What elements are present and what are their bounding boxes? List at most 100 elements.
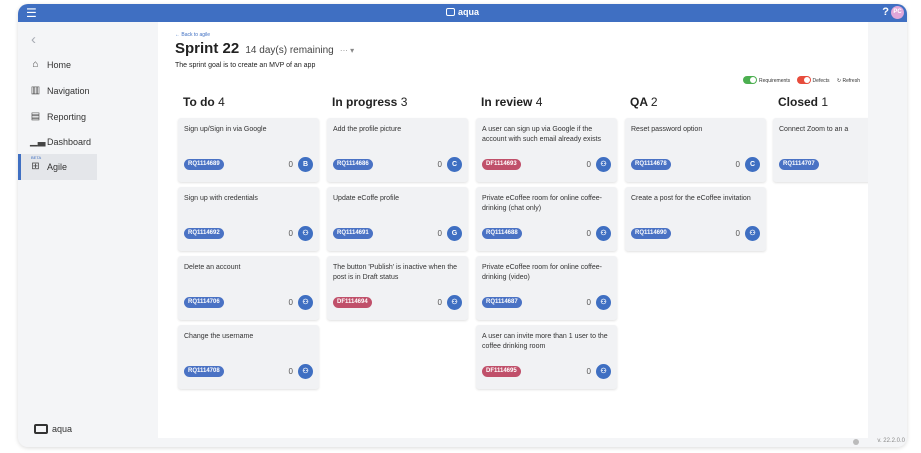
version-label: v. 22.2.0.0 — [877, 438, 905, 444]
assignee-avatar[interactable]: G — [447, 226, 462, 241]
task-card[interactable]: Delete an account RQ1114706 0 ⚇ — [178, 256, 319, 320]
app-window: ☰ aqua ? PC ‹ ⌂ Home ▥ Navigation ▤ Repo… — [18, 4, 907, 447]
sidebar-item-label: Reporting — [47, 112, 87, 122]
requirement-id-badge[interactable]: RQ1114687 — [482, 297, 522, 308]
assign-user-icon[interactable]: ⚇ — [596, 364, 611, 379]
sidebar-item-dashboard[interactable]: ▁▃ Dashboard — [18, 129, 158, 155]
sidebar-item-label: Dashboard — [47, 137, 92, 147]
defects-toggle[interactable]: Defects — [796, 76, 830, 84]
comment-count: 0 — [437, 160, 442, 169]
column-header: To do 4 — [183, 95, 225, 109]
requirements-toggle[interactable]: Requirements — [743, 76, 790, 84]
requirement-id-badge[interactable]: RQ1114707 — [779, 159, 819, 170]
assignee-avatar[interactable]: B — [298, 157, 313, 172]
assignee-avatar[interactable]: C — [447, 157, 462, 172]
document-icon: ▤ — [30, 111, 41, 122]
requirement-id-badge[interactable]: RQ1114689 — [184, 159, 224, 170]
task-card[interactable]: Reset password option RQ1114678 0 C — [625, 118, 766, 182]
requirement-id-badge[interactable]: RQ1114691 — [333, 228, 373, 239]
toggle-switch[interactable] — [796, 76, 811, 84]
sidebar-item-reporting[interactable]: ▤ Reporting — [18, 104, 158, 130]
comment-count: 0 — [586, 367, 591, 376]
card-title: Change the username — [184, 333, 254, 340]
requirements-label: Requirements — [759, 78, 791, 84]
defect-id-badge[interactable]: DF1114695 — [482, 366, 521, 377]
column-count: 4 — [535, 95, 543, 109]
home-icon: ⌂ — [32, 59, 39, 70]
user-avatar[interactable]: PC — [891, 6, 904, 19]
task-card[interactable]: The button 'Publish' is inactive when th… — [327, 256, 468, 320]
task-card[interactable]: Sign up with credentials RQ1114692 0 ⚇ — [178, 187, 319, 251]
aqua-logo-icon — [34, 424, 48, 434]
card-title: Delete an account — [184, 264, 241, 271]
defect-id-badge[interactable]: DF1114693 — [482, 159, 521, 170]
sidebar-item-navigation[interactable]: ▥ Navigation — [18, 78, 158, 104]
requirement-id-badge[interactable]: RQ1114678 — [631, 159, 671, 170]
assign-user-icon[interactable]: ⚇ — [596, 295, 611, 310]
defects-label: Defects — [812, 78, 830, 84]
more-options-button[interactable]: ··· ▾ — [340, 46, 354, 55]
requirement-id-badge[interactable]: RQ1114692 — [184, 228, 224, 239]
requirement-id-badge[interactable]: RQ1114690 — [631, 228, 671, 239]
defect-id-badge[interactable]: DF1114694 — [333, 297, 372, 308]
assign-user-icon[interactable]: ⚇ — [596, 226, 611, 241]
refresh-icon: ↻ — [836, 78, 842, 84]
assign-user-icon[interactable]: ⚇ — [596, 157, 611, 172]
task-card[interactable]: A user can invite more than 1 user to th… — [476, 325, 617, 389]
comment-count: 0 — [437, 229, 442, 238]
comment-count: 0 — [288, 298, 293, 307]
column-count: 1 — [821, 95, 829, 109]
column-count: 3 — [400, 95, 408, 109]
days-remaining: 14 day(s) remaining — [245, 45, 334, 56]
task-card[interactable]: Update eCoffe profile RQ1114691 0 G — [327, 187, 468, 251]
assignee-avatar[interactable]: C — [745, 157, 760, 172]
assign-user-icon[interactable]: ⚇ — [298, 226, 313, 241]
board-main: ← Back to agile Sprint 22 14 day(s) rema… — [158, 22, 868, 438]
task-card[interactable]: Change the username RQ1114708 0 ⚇ — [178, 325, 319, 389]
column-header: Closed 1 — [778, 95, 828, 109]
card-title: Create a post for the eCoffee invitation — [631, 195, 751, 202]
task-card[interactable]: Create a post for the eCoffee invitation… — [625, 187, 766, 251]
refresh-button[interactable]: ↻ Refresh — [837, 78, 860, 84]
board-filters: Requirements Defects ↻ Refresh — [738, 76, 860, 84]
sidebar-item-label: Home — [47, 60, 72, 70]
task-card[interactable]: Sign up/Sign in via Google RQ1114689 0 B — [178, 118, 319, 182]
card-title: Connect Zoom to an a — [779, 126, 849, 133]
task-card[interactable]: Private eCoffee room for online coffee-d… — [476, 187, 617, 251]
back-to-agile-link[interactable]: ← Back to agile — [175, 32, 210, 38]
sidebar-item-home[interactable]: ⌂ Home — [18, 52, 158, 78]
task-card[interactable]: Private eCoffee room for online coffee-d… — [476, 256, 617, 320]
board-icon: ⊞ — [31, 161, 40, 172]
requirement-id-badge[interactable]: RQ1114686 — [333, 159, 373, 170]
task-card[interactable]: A user can sign up via Google if the acc… — [476, 118, 617, 182]
assign-user-icon[interactable]: ⚇ — [298, 295, 313, 310]
footer-logo-text: aqua — [52, 424, 73, 434]
requirement-id-badge[interactable]: RQ1114706 — [184, 297, 224, 308]
settings-icon[interactable] — [853, 439, 859, 445]
task-card[interactable]: Add the profile picture RQ1114686 0 C — [327, 118, 468, 182]
sidebar-item-agile[interactable]: BETA ⊞ Agile — [18, 154, 97, 180]
comment-count: 0 — [288, 367, 293, 376]
help-icon[interactable]: ? — [882, 6, 889, 18]
column-header: QA 2 — [630, 95, 658, 109]
chevron-left-icon[interactable]: ‹ — [31, 32, 36, 47]
assign-user-icon[interactable]: ⚇ — [447, 295, 462, 310]
top-bar: ☰ aqua ? PC — [18, 4, 907, 22]
task-card[interactable]: Connect Zoom to an a RQ1114707 — [773, 118, 868, 182]
requirement-id-badge[interactable]: RQ1114708 — [184, 366, 224, 377]
column-header: In progress 3 — [332, 95, 407, 109]
card-title: A user can invite more than 1 user to th… — [482, 333, 608, 350]
comment-count: 0 — [437, 298, 442, 307]
column-title: Closed — [778, 95, 819, 109]
refresh-label: Refresh — [842, 78, 860, 84]
card-title: Private eCoffee room for online coffee-d… — [482, 195, 602, 212]
map-icon: ▥ — [30, 85, 41, 96]
toggle-switch[interactable] — [743, 76, 758, 84]
column-title: In progress — [332, 95, 398, 109]
requirement-id-badge[interactable]: RQ1114688 — [482, 228, 522, 239]
comment-count: 0 — [735, 229, 740, 238]
assign-user-icon[interactable]: ⚇ — [745, 226, 760, 241]
card-title: A user can sign up via Google if the acc… — [482, 126, 602, 143]
comment-count: 0 — [586, 298, 591, 307]
assign-user-icon[interactable]: ⚇ — [298, 364, 313, 379]
